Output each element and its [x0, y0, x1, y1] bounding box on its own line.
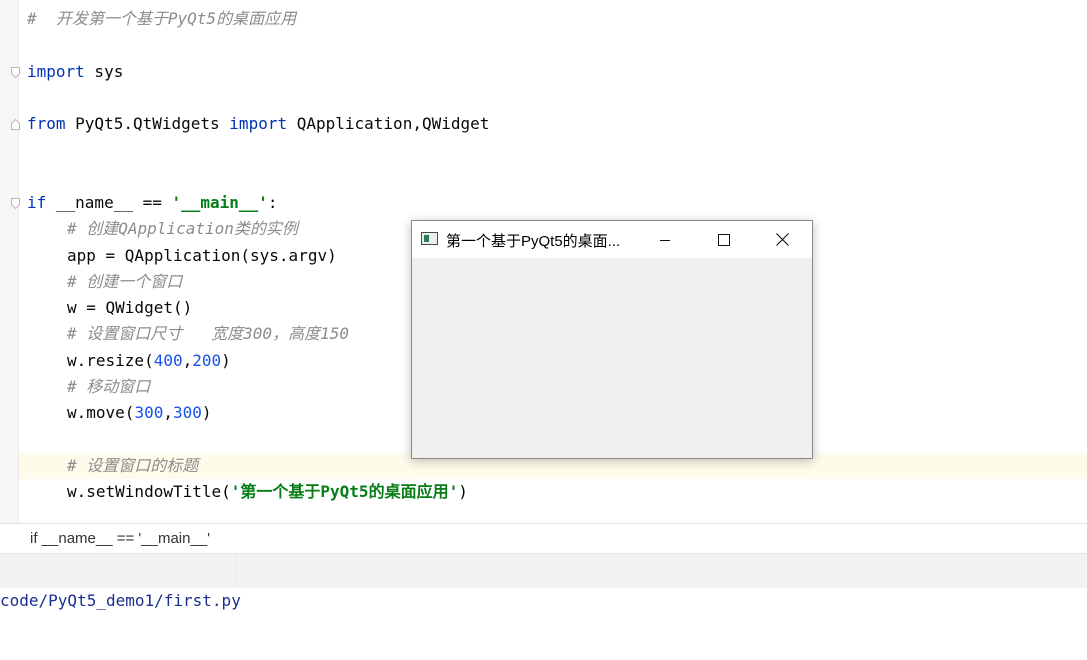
- code-text: PyQt5.QtWidgets: [65, 114, 230, 133]
- window-title: 第一个基于PyQt5的桌面...: [446, 233, 621, 250]
- code-text: ): [458, 482, 468, 501]
- code-comment: # 创建QApplication类的实例: [67, 219, 298, 238]
- code-comment: # 移动窗口: [67, 377, 151, 396]
- number-literal: 300: [172, 403, 202, 422]
- number-literal: 200: [192, 351, 222, 370]
- run-console[interactable]: code/PyQt5_demo1/first.py: [0, 588, 1087, 660]
- code-line-from: from PyQt5.QtWidgets import QApplication…: [27, 111, 489, 137]
- code-comment: # 创建一个窗口: [67, 272, 183, 291]
- code-comment: # 开发第一个基于PyQt5的桌面应用: [27, 9, 297, 28]
- breadcrumb-item[interactable]: if __name__ == '__main__': [30, 530, 210, 547]
- code-text: ,: [163, 403, 173, 422]
- string-literal: '第一个基于PyQt5的桌面应用': [230, 482, 459, 501]
- code-text: ,: [182, 351, 193, 370]
- code-text: sys: [84, 62, 124, 81]
- code-text: w.resize(: [67, 351, 154, 370]
- app-window-icon: [421, 232, 438, 245]
- code-text: :: [267, 193, 278, 212]
- fold-marker-icon[interactable]: [11, 198, 20, 209]
- qt-app-window[interactable]: 第一个基于PyQt5的桌面...: [411, 220, 813, 459]
- code-text: w.move(: [67, 403, 135, 422]
- code-text: QApplication,QWidget: [287, 114, 490, 133]
- console-file-path[interactable]: code/PyQt5_demo1/first.py: [0, 591, 241, 610]
- keyword: import: [229, 114, 288, 133]
- code-text: ): [221, 351, 231, 370]
- code-line-set-title: w.setWindowTitle('第一个基于PyQt5的桌面应用'): [67, 479, 468, 505]
- maximize-icon: [718, 233, 730, 246]
- code-text: w.setWindowTitle(: [67, 482, 231, 501]
- code-line-if: if __name__ == '__main__':: [27, 190, 277, 216]
- code-line-move: w.move(300,300): [67, 400, 212, 426]
- keyword: import: [27, 62, 85, 81]
- run-panel-toolbar: [0, 553, 1087, 589]
- maximize-button[interactable]: [701, 221, 747, 258]
- breadcrumb[interactable]: if __name__ == '__main__': [0, 523, 1087, 554]
- fold-marker-icon[interactable]: [11, 119, 20, 130]
- keyword: if: [27, 193, 47, 212]
- toolbar-divider: [235, 554, 236, 588]
- code-text: __name__ ==: [46, 193, 172, 212]
- code-comment: # 设置窗口尺寸 宽度300，高度150: [67, 324, 349, 343]
- window-titlebar[interactable]: 第一个基于PyQt5的桌面...: [412, 221, 812, 258]
- number-literal: 400: [153, 351, 183, 370]
- code-comment: # 设置窗口的标题: [67, 456, 199, 475]
- minimize-icon: [660, 239, 670, 241]
- minimize-button[interactable]: [642, 221, 688, 258]
- code-line-resize: w.resize(400,200): [67, 348, 231, 374]
- code-line-import: import sys: [27, 59, 123, 85]
- keyword: from: [27, 114, 66, 133]
- code-line-app: app = QApplication(sys.argv): [67, 246, 337, 265]
- code-line-widget: w = QWidget(): [67, 298, 193, 317]
- close-button[interactable]: [759, 221, 805, 258]
- number-literal: 300: [134, 403, 164, 422]
- code-text: ): [201, 403, 212, 422]
- close-icon: [775, 233, 789, 246]
- editor-gutter[interactable]: [0, 0, 19, 523]
- fold-marker-icon[interactable]: [11, 67, 20, 78]
- string-literal: '__main__': [171, 193, 268, 212]
